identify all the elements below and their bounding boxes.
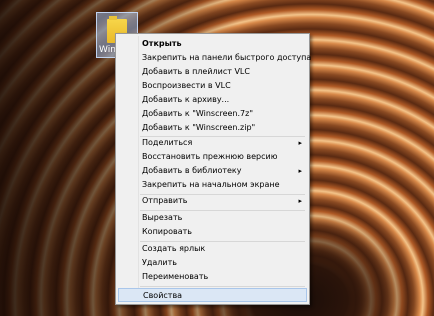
menu-item-add-archive[interactable]: Добавить к архиву... — [118, 93, 307, 107]
submenu-arrow-icon: ▸ — [298, 139, 302, 147]
submenu-arrow-icon: ▸ — [298, 167, 302, 175]
menu-item-play-vlc[interactable]: Воспроизвести в VLC — [118, 79, 307, 93]
menu-item-add-library-label: Добавить в библиотеку — [142, 166, 242, 175]
menu-separator — [140, 286, 305, 287]
menu-item-copy[interactable]: Копировать — [118, 225, 307, 239]
menu-item-send-to[interactable]: Отправить ▸ — [118, 194, 307, 208]
submenu-arrow-icon: ▸ — [298, 197, 302, 205]
menu-item-create-shortcut[interactable]: Создать ярлык — [118, 242, 307, 256]
menu-item-add-library[interactable]: Добавить в библиотеку ▸ — [118, 164, 307, 178]
menu-item-properties[interactable]: Свойства — [118, 288, 307, 302]
menu-item-add-zip[interactable]: Добавить к "Winscreen.zip" — [118, 121, 307, 135]
menu-item-open[interactable]: Открыть — [118, 37, 307, 51]
menu-item-add-vlc-playlist[interactable]: Добавить в плейлист VLC — [118, 65, 307, 79]
menu-item-delete[interactable]: Удалить — [118, 256, 307, 270]
menu-item-cut[interactable]: Вырезать — [118, 211, 307, 225]
desktop: Winscr Открыть Закрепить на панели быстр… — [0, 0, 434, 316]
menu-item-pin-quick-access[interactable]: Закрепить на панели быстрого доступа — [118, 51, 311, 65]
menu-item-restore-previous[interactable]: Восстановить прежнюю версию — [118, 150, 307, 164]
menu-item-share-label: Поделиться — [142, 138, 193, 147]
menu-item-pin-start[interactable]: Закрепить на начальном экране — [118, 178, 307, 192]
context-menu: Открыть Закрепить на панели быстрого дос… — [115, 33, 311, 305]
menu-item-send-to-label: Отправить — [142, 196, 188, 205]
menu-item-share[interactable]: Поделиться ▸ — [118, 136, 307, 150]
menu-item-add-7z[interactable]: Добавить к "Winscreen.7z" — [118, 107, 307, 121]
menu-item-rename[interactable]: Переименовать — [118, 270, 307, 284]
